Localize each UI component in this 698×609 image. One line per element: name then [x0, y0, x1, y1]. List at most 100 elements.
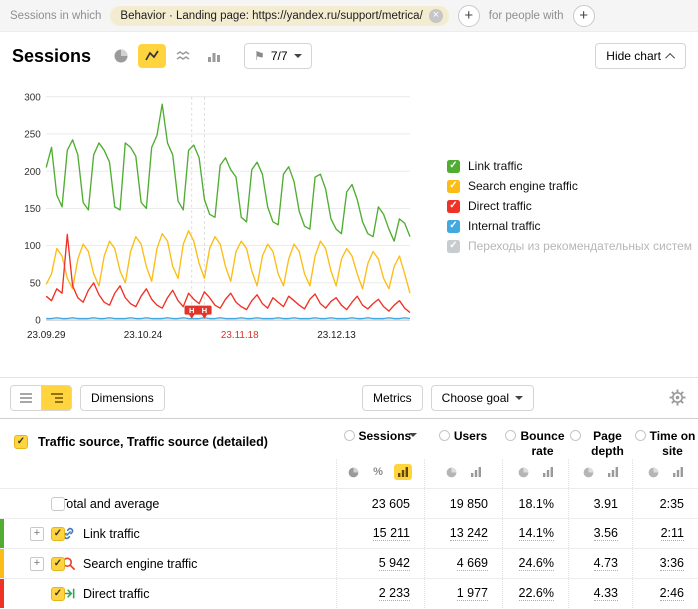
- column-header-page-depth[interactable]: Page depth: [568, 419, 632, 459]
- users-value: 13 242: [424, 519, 502, 548]
- info-icon[interactable]: [439, 430, 450, 441]
- pie-view-icon[interactable]: [344, 464, 362, 480]
- pie-chart-icon[interactable]: [107, 44, 135, 68]
- filter-chip-text: Behavior · Landing page: https://yandex.…: [120, 10, 422, 22]
- row-color-strip: [0, 489, 4, 518]
- legend-label: Internal traffic: [468, 219, 540, 233]
- time-on-site-value: 2:35: [632, 489, 698, 518]
- info-icon[interactable]: [570, 430, 581, 441]
- column-header-users[interactable]: Users: [424, 419, 502, 459]
- close-icon[interactable]: ×: [429, 9, 443, 23]
- stacked-lines-icon[interactable]: [169, 44, 197, 68]
- sessions-value: 23 605: [336, 489, 424, 518]
- legend-item-recommendation-systems[interactable]: Переходы из рекомендательных систем: [447, 239, 692, 253]
- bars-view-icon[interactable]: [539, 464, 557, 480]
- pie-view-icon[interactable]: [442, 464, 460, 480]
- pie-view-icon[interactable]: [644, 464, 662, 480]
- metrics-button[interactable]: Metrics: [362, 385, 423, 411]
- chart-annotation-marker: Н: [185, 306, 199, 319]
- time-on-site-display-options: [632, 459, 698, 488]
- users-value: 4 669: [424, 549, 502, 578]
- bars-view-icon[interactable]: [394, 464, 412, 480]
- row-checkbox[interactable]: [51, 557, 65, 571]
- chart-legend: Link traffic Search engine traffic Direc…: [447, 159, 692, 367]
- row-checkbox[interactable]: [51, 587, 65, 601]
- svg-text:0: 0: [35, 316, 41, 327]
- flat-list-view-icon[interactable]: [11, 386, 41, 410]
- row-color-strip: [0, 549, 4, 578]
- legend-checkbox[interactable]: [447, 180, 460, 193]
- bars-view-icon[interactable]: [467, 464, 485, 480]
- gear-icon[interactable]: [669, 389, 686, 409]
- sessions-line-chart[interactable]: 05010015020025030023.09.2923.10.2423.11.…: [12, 75, 419, 367]
- legend-label: Переходы из рекомендательных систем: [468, 239, 692, 253]
- tree-view-icon[interactable]: [41, 386, 71, 410]
- svg-text:Н: Н: [189, 306, 195, 315]
- time-on-site-value: 2:46: [632, 579, 698, 608]
- svg-text:23.10.24: 23.10.24: [124, 330, 163, 341]
- add-session-filter-button[interactable]: +: [458, 5, 480, 27]
- row-controls: +: [0, 549, 58, 578]
- legend-label: Direct traffic: [468, 199, 532, 213]
- svg-text:150: 150: [24, 204, 41, 215]
- group-header-cell: Traffic source, Traffic source (detailed…: [0, 419, 336, 459]
- svg-text:50: 50: [30, 278, 42, 289]
- chevron-down-icon: [294, 54, 302, 58]
- choose-goal-dropdown[interactable]: Choose goal: [431, 385, 534, 411]
- legend-checkbox[interactable]: [447, 240, 460, 253]
- flag-icon: ⚑: [254, 49, 265, 63]
- dimensions-button[interactable]: Dimensions: [80, 385, 165, 411]
- legend-item-internal-traffic[interactable]: Internal traffic: [447, 219, 692, 233]
- filter-suffix-label: for people with: [489, 10, 564, 22]
- legend-checkbox[interactable]: [447, 160, 460, 173]
- users-value: 1 977: [424, 579, 502, 608]
- pie-view-icon[interactable]: [514, 464, 532, 480]
- row-controls: +: [0, 519, 58, 548]
- row-checkbox[interactable]: [51, 497, 65, 511]
- filter-chip[interactable]: Behavior · Landing page: https://yandex.…: [110, 6, 448, 26]
- bounce-rate-display-options: [502, 459, 568, 488]
- chevron-up-icon: [665, 52, 675, 62]
- chart-section: 05010015020025030023.09.2923.10.2423.11.…: [0, 71, 698, 377]
- percent-view-icon[interactable]: %: [369, 464, 387, 480]
- expand-button[interactable]: +: [30, 527, 44, 541]
- legend-item-direct-traffic[interactable]: Direct traffic: [447, 199, 692, 213]
- bars-view-icon[interactable]: [604, 464, 622, 480]
- table-toolbar: Dimensions Metrics Choose goal: [0, 377, 698, 418]
- info-icon[interactable]: [505, 430, 516, 441]
- column-header-time-on-site[interactable]: Time on site: [632, 419, 698, 459]
- page-depth-value: 4.73: [568, 549, 632, 578]
- legend-checkbox[interactable]: [447, 220, 460, 233]
- bounce-rate-value: 14.1%: [502, 519, 568, 548]
- info-icon[interactable]: [344, 430, 355, 441]
- column-header-sessions[interactable]: Sessions: [336, 419, 424, 459]
- hide-chart-button[interactable]: Hide chart: [595, 43, 686, 69]
- row-label[interactable]: Search engine traffic: [83, 557, 197, 571]
- add-people-filter-button[interactable]: +: [573, 5, 595, 27]
- select-all-checkbox[interactable]: [14, 435, 28, 449]
- pie-view-icon[interactable]: [579, 464, 597, 480]
- legend-item-link-traffic[interactable]: Link traffic: [447, 159, 692, 173]
- sort-desc-icon: [409, 433, 417, 437]
- chart-type-switcher: [107, 44, 228, 68]
- expand-button[interactable]: +: [30, 557, 44, 571]
- row-label[interactable]: Direct traffic: [83, 587, 149, 601]
- goal-segments-dropdown[interactable]: ⚑ 7/7: [244, 43, 311, 69]
- table-header-row: Traffic source, Traffic source (detailed…: [0, 418, 698, 459]
- row-checkbox[interactable]: [51, 527, 65, 541]
- view-mode-switcher: [10, 385, 72, 411]
- info-icon[interactable]: [635, 430, 646, 441]
- time-on-site-value: 2:11: [632, 519, 698, 548]
- svg-text:100: 100: [24, 241, 41, 252]
- filter-bar: Sessions in which Behavior · Landing pag…: [0, 0, 698, 32]
- bars-view-icon[interactable]: [669, 464, 687, 480]
- row-label[interactable]: Link traffic: [83, 527, 140, 541]
- table-row-link-traffic: + Link traffic 15 211 13 242 14.1% 3.56 …: [0, 518, 698, 548]
- column-header-bounce-rate[interactable]: Bounce rate: [502, 419, 568, 459]
- legend-item-search-engine-traffic[interactable]: Search engine traffic: [447, 179, 692, 193]
- line-chart-icon[interactable]: [138, 44, 166, 68]
- bar-chart-icon[interactable]: [200, 44, 228, 68]
- filter-prefix-label: Sessions in which: [10, 10, 101, 22]
- bounce-rate-value: 24.6%: [502, 549, 568, 578]
- legend-checkbox[interactable]: [447, 200, 460, 213]
